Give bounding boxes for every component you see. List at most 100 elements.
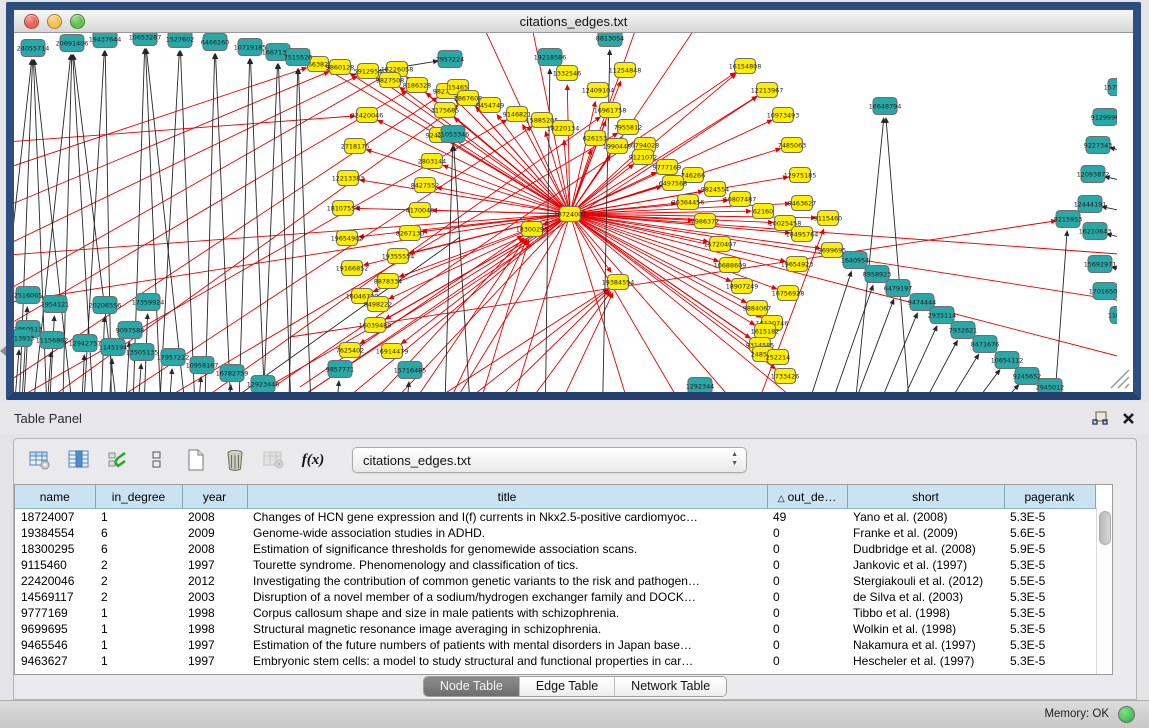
table-row[interactable]: 977716911998Corpus callosum shape and si… (15, 605, 1095, 621)
table-cell[interactable]: 9115460 (15, 557, 95, 573)
table-row[interactable]: 946362711997Embryonic stem cells: a mode… (15, 653, 1095, 669)
table-cell[interactable]: 0 (767, 621, 847, 637)
delete-column-icon[interactable] (223, 448, 247, 472)
network-node[interactable]: 8427552 (411, 178, 439, 193)
table-cell[interactable]: Disruption of a novel member of a sodium… (247, 589, 767, 605)
table-cell[interactable]: 1 (95, 509, 182, 526)
network-node[interactable]: 7986372 (691, 214, 719, 229)
network-node[interactable]: 17016504 (1089, 283, 1117, 300)
network-node[interactable]: 12213967 (751, 83, 784, 98)
network-node[interactable]: 16648794 (869, 98, 902, 115)
table-cell[interactable]: Estimation of significance thresholds fo… (247, 541, 767, 557)
network-node[interactable]: 9884067 (743, 301, 771, 316)
table-cell[interactable]: 2003 (182, 589, 247, 605)
table-cell[interactable]: 18300295 (15, 541, 95, 557)
table-cell[interactable]: Stergiakouli et al. (2012) (847, 573, 1004, 589)
network-node[interactable]: 19218586 (534, 49, 567, 66)
network-node[interactable]: 8454749 (476, 98, 504, 113)
network-node[interactable]: 2516065 (14, 287, 42, 304)
table-cell[interactable]: 22420046 (15, 573, 95, 589)
table-mode-icon[interactable] (28, 448, 52, 472)
column-header-outde[interactable]: △out_de… (767, 485, 847, 509)
network-node[interactable]: 21053346 (437, 126, 470, 143)
table-cell[interactable]: 1 (95, 621, 182, 637)
table-cell[interactable]: 0 (767, 541, 847, 557)
network-node[interactable]: 9121072 (629, 150, 657, 165)
network-node[interactable]: 15751074 (1104, 79, 1117, 96)
table-cell[interactable]: Structural magnetic resonance image aver… (247, 621, 767, 637)
column-visibility-icon[interactable] (67, 448, 91, 472)
table-cell[interactable]: Franke et al. (2009) (847, 525, 1004, 541)
network-node[interactable]: 10654112 (991, 352, 1024, 369)
table-cell[interactable]: 5.3E-5 (1004, 653, 1095, 669)
table-cell[interactable]: Nakamura et al. (1997) (847, 637, 1004, 653)
table-cell[interactable]: 2008 (182, 509, 247, 526)
network-node[interactable]: 8498222 (364, 297, 392, 312)
network-node[interactable]: 1332546 (553, 66, 581, 81)
network-node[interactable]: 1167533 (1108, 307, 1117, 324)
table-row[interactable]: 1830029562008Estimation of significance … (15, 541, 1095, 557)
network-node[interactable]: 20691406 (56, 35, 89, 52)
network-node[interactable]: 7932621 (949, 322, 977, 339)
table-cell[interactable]: 0 (767, 525, 847, 541)
table-cell[interactable]: 5.3E-5 (1004, 621, 1095, 637)
network-node[interactable]: 9463627 (788, 196, 816, 211)
network-node[interactable]: 10756928 (772, 286, 805, 301)
network-node[interactable]: 2718176 (341, 139, 369, 154)
table-cell[interactable]: 0 (767, 605, 847, 621)
network-node[interactable]: 16782759 (216, 365, 249, 382)
network-node[interactable]: 15692971 (1084, 256, 1117, 273)
table-cell[interactable]: Embryonic stem cells: a model to study s… (247, 653, 767, 669)
table-cell[interactable]: 1997 (182, 637, 247, 653)
table-cell[interactable]: 2009 (182, 525, 247, 541)
network-node[interactable]: 24055714 (17, 40, 50, 57)
network-node[interactable]: 9699695 (818, 243, 846, 258)
network-node[interactable]: 10688609 (714, 258, 747, 273)
table-cell[interactable]: 1 (95, 653, 182, 669)
network-node[interactable]: 8186328 (403, 78, 431, 93)
network-node[interactable]: 8878334 (374, 274, 402, 289)
table-cell[interactable]: 6 (95, 525, 182, 541)
network-node[interactable]: 19355554 (382, 249, 415, 264)
network-node[interactable]: 1954121 (41, 296, 69, 313)
table-cell[interactable]: Jankovic et al. (1997) (847, 557, 1004, 573)
table-cell[interactable]: 1 (95, 605, 182, 621)
network-node[interactable]: 12213383 (332, 171, 365, 186)
column-header-pagerank[interactable]: pagerank (1004, 485, 1095, 509)
table-cell[interactable]: 9463627 (15, 653, 95, 669)
network-node[interactable]: 13505135 (126, 344, 159, 361)
network-node[interactable]: 19166852 (336, 261, 369, 276)
table-cell[interactable]: 0 (767, 653, 847, 669)
table-cell[interactable]: 2012 (182, 573, 247, 589)
network-node[interactable]: 1733426 (771, 369, 799, 384)
network-node[interactable]: 12444191 (1074, 196, 1107, 213)
table-cell[interactable]: Genome-wide association studies in ADHD. (247, 525, 767, 541)
table-row[interactable]: 1456911722003Disruption of a novel membe… (15, 589, 1095, 605)
selection-mode-icon[interactable] (106, 448, 130, 472)
network-node[interactable]: 16914479 (376, 344, 409, 359)
table-cell[interactable]: 0 (767, 557, 847, 573)
table-cell[interactable]: 5.3E-5 (1004, 605, 1095, 621)
table-cell[interactable]: 9465546 (15, 637, 95, 653)
column-header-indegree[interactable]: in_degree (95, 485, 182, 509)
table-cell[interactable]: 1 (95, 637, 182, 653)
network-node[interactable]: 20364456 (672, 195, 705, 210)
network-node[interactable]: 9827508 (376, 73, 404, 88)
network-node[interactable]: 9097588 (116, 322, 144, 339)
network-node[interactable]: 16961758 (594, 103, 627, 118)
table-cell[interactable]: Changes of HCN gene expression and I(f) … (247, 509, 767, 526)
table-cell[interactable]: Corpus callosum shape and size in male p… (247, 605, 767, 621)
row-height-icon[interactable] (145, 448, 169, 472)
network-node[interactable]: 20206556 (89, 297, 122, 314)
network-node[interactable]: 62160 (753, 204, 774, 219)
network-node[interactable]: 19437644 (89, 33, 122, 48)
network-node[interactable]: 252214 (766, 350, 790, 365)
network-node[interactable]: 1615182 (751, 324, 779, 339)
table-row[interactable]: 1872400712008Changes of HCN gene express… (15, 509, 1095, 526)
network-node[interactable]: 12093872 (1077, 166, 1110, 183)
table-cell[interactable]: 5.3E-5 (1004, 589, 1095, 605)
function-builder-icon[interactable]: f(x) (301, 448, 325, 472)
network-node[interactable]: 1527602 (166, 33, 194, 48)
table-row[interactable]: 969969511998Structural magnetic resonanc… (15, 621, 1095, 637)
table-selector-dropdown[interactable]: citations_edges.txt ▲▼ (352, 447, 747, 473)
